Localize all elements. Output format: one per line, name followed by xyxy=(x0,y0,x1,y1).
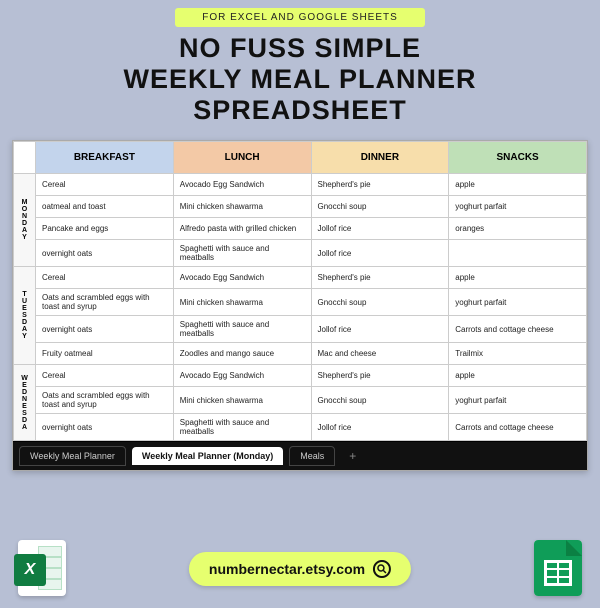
tab-weekly-planner-monday[interactable]: Weekly Meal Planner (Monday) xyxy=(132,447,283,465)
shop-url: numbernectar.etsy.com xyxy=(209,561,365,577)
cell[interactable]: Avocado Egg Sandwich xyxy=(173,267,311,289)
footer-bar: numbernectar.etsy.com xyxy=(189,552,411,586)
cell[interactable]: apple xyxy=(449,174,587,196)
table-row: overnight oats Spaghetti with sauce and … xyxy=(14,414,587,441)
table-row: WEDNESDA Cereal Avocado Egg Sandwich She… xyxy=(14,365,587,387)
cell[interactable]: Mini chicken shawarma xyxy=(173,387,311,414)
cell[interactable]: Mini chicken shawarma xyxy=(173,196,311,218)
cell[interactable]: oranges xyxy=(449,218,587,240)
cell[interactable]: Cereal xyxy=(36,174,174,196)
cell[interactable]: yoghurt parfait xyxy=(449,289,587,316)
cell[interactable] xyxy=(449,240,587,267)
meal-plan-table: BREAKFAST LUNCH DINNER SNACKS MONDAY Cer… xyxy=(13,141,587,441)
cell[interactable]: Cereal xyxy=(36,365,174,387)
top-banner: FOR EXCEL AND GOOGLE SHEETS xyxy=(175,8,425,27)
cell[interactable]: Avocado Egg Sandwich xyxy=(173,174,311,196)
cell[interactable]: overnight oats xyxy=(36,240,174,267)
table-row: oatmeal and toast Mini chicken shawarma … xyxy=(14,196,587,218)
cell[interactable]: Oats and scrambled eggs with toast and s… xyxy=(36,289,174,316)
col-dinner: DINNER xyxy=(311,142,449,174)
tab-add[interactable]: + xyxy=(341,447,364,465)
col-lunch: LUNCH xyxy=(173,142,311,174)
cell[interactable]: Trailmix xyxy=(449,343,587,365)
cell[interactable]: oatmeal and toast xyxy=(36,196,174,218)
cell[interactable]: yoghurt parfait xyxy=(449,196,587,218)
table-row: MONDAY Cereal Avocado Egg Sandwich Sheph… xyxy=(14,174,587,196)
table-row: Oats and scrambled eggs with toast and s… xyxy=(14,387,587,414)
cell[interactable]: Jollof rice xyxy=(311,414,449,441)
title-line-2: WEEKLY MEAL PLANNER xyxy=(0,64,600,95)
table-row: overnight oats Spaghetti with sauce and … xyxy=(14,316,587,343)
cell[interactable]: Shepherd's pie xyxy=(311,267,449,289)
search-icon xyxy=(373,560,391,578)
title-line-1: NO FUSS SIMPLE xyxy=(0,33,600,64)
tab-weekly-planner[interactable]: Weekly Meal Planner xyxy=(19,446,126,466)
cell[interactable]: apple xyxy=(449,267,587,289)
google-sheets-icon xyxy=(534,540,582,596)
cell[interactable]: apple xyxy=(449,365,587,387)
cell[interactable]: Jollof rice xyxy=(311,218,449,240)
col-breakfast: BREAKFAST xyxy=(36,142,174,174)
cell[interactable]: Carrots and cottage cheese xyxy=(449,414,587,441)
day-monday: MONDAY xyxy=(14,174,36,267)
cell[interactable]: overnight oats xyxy=(36,316,174,343)
cell[interactable]: Fruity oatmeal xyxy=(36,343,174,365)
excel-x: X xyxy=(14,554,46,586)
cell[interactable]: Spaghetti with sauce and meatballs xyxy=(173,414,311,441)
cell[interactable]: Mini chicken shawarma xyxy=(173,289,311,316)
day-tuesday: TUESDAY xyxy=(14,267,36,365)
day-wednesday: WEDNESDA xyxy=(14,365,36,441)
cell[interactable]: Spaghetti with sauce and meatballs xyxy=(173,316,311,343)
table-row: Pancake and eggs Alfredo pasta with gril… xyxy=(14,218,587,240)
cell[interactable]: Avocado Egg Sandwich xyxy=(173,365,311,387)
cell[interactable]: Jollof rice xyxy=(311,240,449,267)
cell[interactable]: Shepherd's pie xyxy=(311,365,449,387)
main-title: NO FUSS SIMPLE WEEKLY MEAL PLANNER SPREA… xyxy=(0,33,600,126)
cell[interactable]: Zoodles and mango sauce xyxy=(173,343,311,365)
cell[interactable]: overnight oats xyxy=(36,414,174,441)
cell[interactable]: Alfredo pasta with grilled chicken xyxy=(173,218,311,240)
table-row: Oats and scrambled eggs with toast and s… xyxy=(14,289,587,316)
excel-icon: X xyxy=(18,540,66,596)
cell[interactable]: Carrots and cottage cheese xyxy=(449,316,587,343)
corner-cell xyxy=(14,142,36,174)
cell[interactable]: Oats and scrambled eggs with toast and s… xyxy=(36,387,174,414)
spreadsheet-window: BREAKFAST LUNCH DINNER SNACKS MONDAY Cer… xyxy=(12,140,588,471)
cell[interactable]: Jollof rice xyxy=(311,316,449,343)
tab-meals[interactable]: Meals xyxy=(289,446,335,466)
table-row: Fruity oatmeal Zoodles and mango sauce M… xyxy=(14,343,587,365)
cell[interactable]: Cereal xyxy=(36,267,174,289)
cell[interactable]: Gnocchi soup xyxy=(311,387,449,414)
cell[interactable]: Gnocchi soup xyxy=(311,196,449,218)
cell[interactable]: Mac and cheese xyxy=(311,343,449,365)
table-row: overnight oats Spaghetti with sauce and … xyxy=(14,240,587,267)
cell[interactable]: Pancake and eggs xyxy=(36,218,174,240)
cell[interactable]: Spaghetti with sauce and meatballs xyxy=(173,240,311,267)
cell[interactable]: Shepherd's pie xyxy=(311,174,449,196)
col-snacks: SNACKS xyxy=(449,142,587,174)
cell[interactable]: yoghurt parfait xyxy=(449,387,587,414)
title-line-3: SPREADSHEET xyxy=(0,95,600,126)
cell[interactable]: Gnocchi soup xyxy=(311,289,449,316)
sheet-tabs: Weekly Meal Planner Weekly Meal Planner … xyxy=(13,441,587,470)
table-row: TUESDAY Cereal Avocado Egg Sandwich Shep… xyxy=(14,267,587,289)
